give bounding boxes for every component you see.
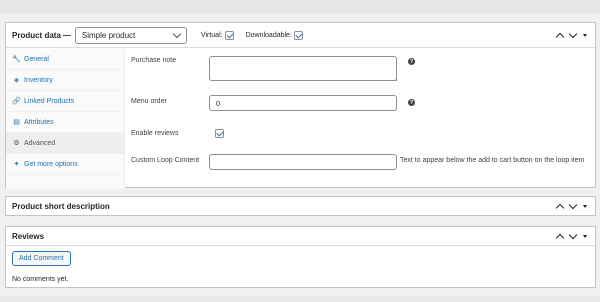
tab-linked-products[interactable]: 🔗 Linked Products — [6, 91, 124, 112]
short-description-header[interactable]: Product short description — [6, 197, 595, 216]
tab-label: General — [24, 55, 49, 63]
panel-controls — [555, 197, 587, 216]
tab-inventory[interactable]: ◈ Inventory — [6, 70, 124, 91]
downloadable-checkbox[interactable] — [293, 30, 303, 40]
move-up-icon[interactable] — [555, 203, 565, 213]
move-up-icon[interactable] — [555, 233, 565, 242]
product-data-panel: Product data — Simple product Virtual: D… — [5, 22, 596, 189]
downloadable-label: Downloadable: — [245, 31, 292, 39]
add-comment-button[interactable]: Add Comment — [12, 251, 71, 266]
tab-label: Linked Products — [24, 97, 75, 105]
help-icon: ? — [408, 99, 415, 106]
custom-loop-description: Text to appear below the add to cart but… — [400, 157, 585, 164]
tab-label: Advanced — [24, 139, 56, 147]
move-down-icon[interactable] — [568, 230, 578, 239]
tab-label: Inventory — [24, 76, 53, 84]
reviews-header[interactable]: Reviews — [6, 227, 595, 246]
menu-order-input[interactable]: 0 — [209, 95, 397, 111]
toggle-panel-icon[interactable] — [583, 234, 587, 238]
custom-loop-input[interactable] — [209, 154, 397, 170]
panel-controls — [555, 23, 587, 47]
purchase-note-textarea[interactable] — [209, 56, 397, 81]
toggle-panel-icon[interactable] — [583, 33, 587, 37]
list-icon: ▤ — [13, 119, 20, 126]
move-up-icon[interactable] — [555, 32, 565, 41]
chevron-down-icon — [172, 29, 182, 38]
toggle-panel-icon[interactable] — [583, 205, 587, 208]
plugin-icon: ✦ — [13, 161, 20, 168]
help-icon: ? — [408, 58, 415, 65]
resize-handle-icon[interactable] — [393, 77, 397, 81]
menu-order-label: Menu order — [131, 98, 167, 105]
virtual-label: Virtual: — [200, 31, 223, 39]
move-down-icon[interactable] — [568, 200, 578, 210]
virtual-option[interactable]: Virtual: — [200, 30, 234, 40]
no-comments-text: No comments yet. — [12, 276, 69, 283]
gear-icon: ⚙ — [13, 140, 20, 147]
wrench-icon: 🔧 — [12, 56, 21, 63]
reviews-panel: Reviews Add Comment No comments yet. — [5, 226, 596, 288]
tab-general[interactable]: 🔧 General — [6, 49, 124, 70]
virtual-checkbox[interactable] — [224, 30, 234, 40]
short-description-title: Product short description — [12, 202, 110, 211]
custom-loop-label: Custom Loop Content — [131, 157, 200, 164]
tab-label: Get more options — [24, 160, 78, 168]
short-description-panel: Product short description — [5, 196, 596, 216]
tag-icon: ◈ — [13, 77, 20, 84]
top-strip — [0, 0, 600, 13]
product-type-select[interactable]: Simple product — [74, 26, 187, 44]
title-dash: — — [62, 30, 71, 40]
bottom-strip — [0, 296, 600, 302]
move-down-icon[interactable] — [568, 29, 578, 38]
enable-reviews-checkbox[interactable] — [215, 129, 224, 138]
downloadable-option[interactable]: Downloadable: — [245, 30, 303, 40]
advanced-tab-content: Purchase note ? Menu order 0 ? Enable re… — [126, 49, 595, 189]
tab-advanced[interactable]: ⚙ Advanced — [6, 133, 124, 154]
product-data-tabs: 🔧 General ◈ Inventory 🔗 Linked Products … — [6, 49, 125, 189]
link-icon: 🔗 — [12, 98, 21, 105]
product-type-value: Simple product — [81, 30, 136, 40]
tab-attributes[interactable]: ▤ Attributes — [6, 112, 124, 133]
tab-label: Attributes — [24, 118, 54, 126]
reviews-title: Reviews — [12, 231, 45, 241]
product-data-header: Product data — Simple product Virtual: D… — [6, 23, 595, 48]
purchase-note-label: Purchase note — [131, 57, 177, 64]
enable-reviews-label: Enable reviews — [131, 130, 179, 137]
panel-controls — [555, 227, 587, 245]
tab-get-more-options[interactable]: ✦ Get more options — [6, 154, 124, 175]
product-data-title: Product data — [12, 30, 61, 40]
